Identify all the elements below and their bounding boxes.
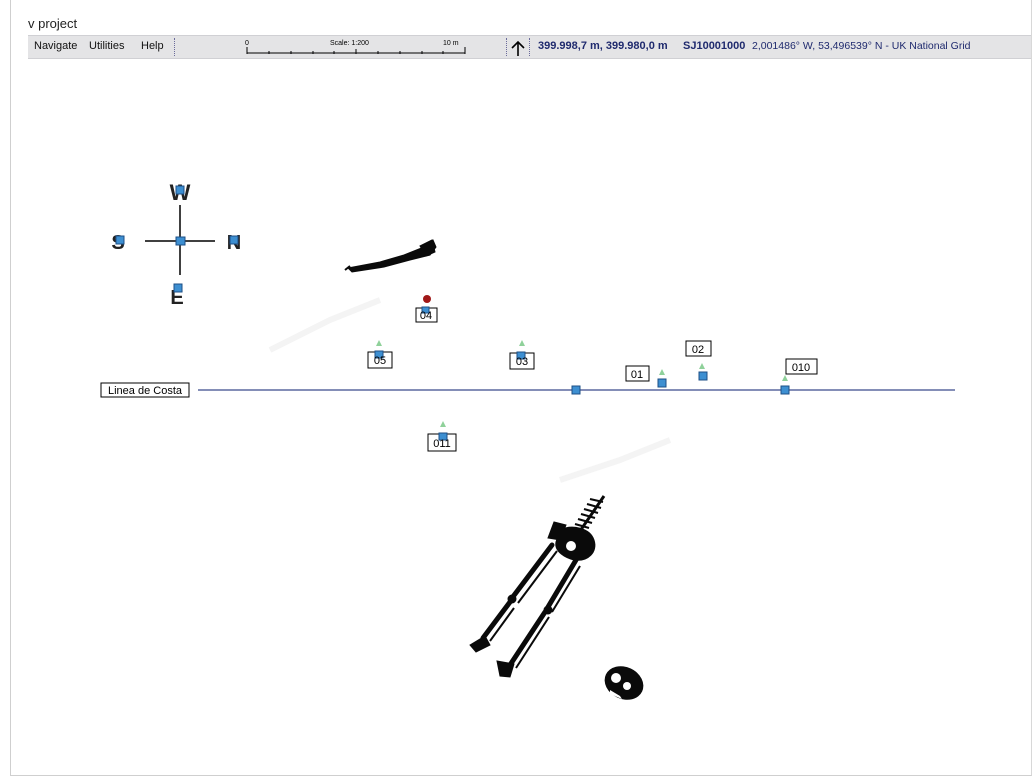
marker-label: 011 (433, 438, 451, 450)
marker-label: 05 (374, 355, 386, 367)
coast-point-marker[interactable] (571, 385, 581, 395)
marker-label: 02 (692, 344, 704, 356)
marker-label: 01 (631, 369, 643, 381)
marker-05[interactable]: 05 (367, 340, 393, 369)
coastline-label-text: Linea de Costa (108, 385, 183, 397)
skeleton-drawing (469, 495, 606, 678)
compass-center-marker (175, 236, 186, 246)
compass-rose: W S N E (111, 180, 241, 309)
marker-03[interactable]: 03 (509, 340, 535, 370)
compass-s-marker (115, 235, 125, 245)
arm-bone-drawing (344, 239, 437, 273)
marker-011[interactable]: 011 (427, 421, 457, 452)
marker-label: 04 (420, 310, 432, 322)
marker-010[interactable]: 010 (780, 358, 818, 395)
marker-04[interactable]: 04 (415, 306, 438, 323)
compass-n-marker (229, 235, 239, 245)
coastline-label[interactable]: Linea de Costa (100, 382, 190, 398)
compass-e-marker (173, 283, 183, 293)
map-canvas[interactable]: W S N E Linea de Costa 04 05 03 (0, 0, 1034, 778)
red-point-icon[interactable] (423, 295, 431, 303)
marker-label: 010 (792, 362, 810, 374)
marker-label: 03 (516, 356, 528, 368)
skull-drawing (604, 666, 644, 700)
marker-02[interactable]: 02 (685, 340, 712, 381)
compass-w-marker (175, 185, 185, 195)
marker-01[interactable]: 01 (625, 365, 667, 388)
